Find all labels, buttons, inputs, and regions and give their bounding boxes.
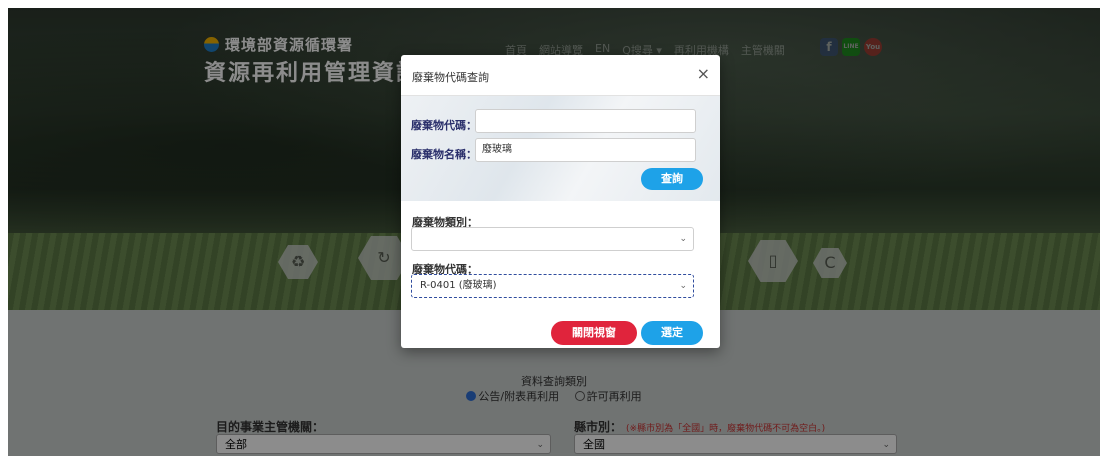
close-dialog-button[interactable]: 關閉視窗 bbox=[551, 321, 637, 345]
dialog-title: 廢棄物代碼查詢 bbox=[412, 71, 489, 84]
waste-code-select-value: R-0401 (廢玻璃) bbox=[420, 280, 497, 291]
chevron-down-icon: ⌄ bbox=[679, 281, 687, 291]
confirm-select-button[interactable]: 選定 bbox=[641, 321, 703, 345]
search-button[interactable]: 查詢 bbox=[641, 168, 703, 190]
waste-name-label: 廢棄物名稱： bbox=[411, 148, 477, 161]
dialog-header: 廢棄物代碼查詢 × bbox=[401, 55, 720, 96]
waste-code-label: 廢棄物代碼： bbox=[411, 119, 477, 132]
page: ♻ ↻ ▯ C 環境部資源循環署 資源再利用管理資訊系 首頁 網站導覽 EN Q… bbox=[8, 8, 1100, 456]
waste-category-select[interactable]: ⌄ bbox=[411, 227, 694, 251]
waste-code-select[interactable]: R-0401 (廢玻璃) ⌄ bbox=[411, 274, 694, 298]
waste-code-lookup-dialog: 廢棄物代碼查詢 × 廢棄物代碼： 廢棄物名稱： 廢玻璃 查詢 廢棄物類別： ⌄ … bbox=[401, 55, 720, 348]
waste-code-input[interactable] bbox=[475, 109, 696, 133]
waste-name-input[interactable]: 廢玻璃 bbox=[475, 138, 696, 162]
close-icon[interactable]: × bbox=[697, 65, 710, 83]
search-panel: 廢棄物代碼： 廢棄物名稱： 廢玻璃 查詢 bbox=[401, 96, 720, 201]
chevron-down-icon: ⌄ bbox=[679, 234, 687, 244]
